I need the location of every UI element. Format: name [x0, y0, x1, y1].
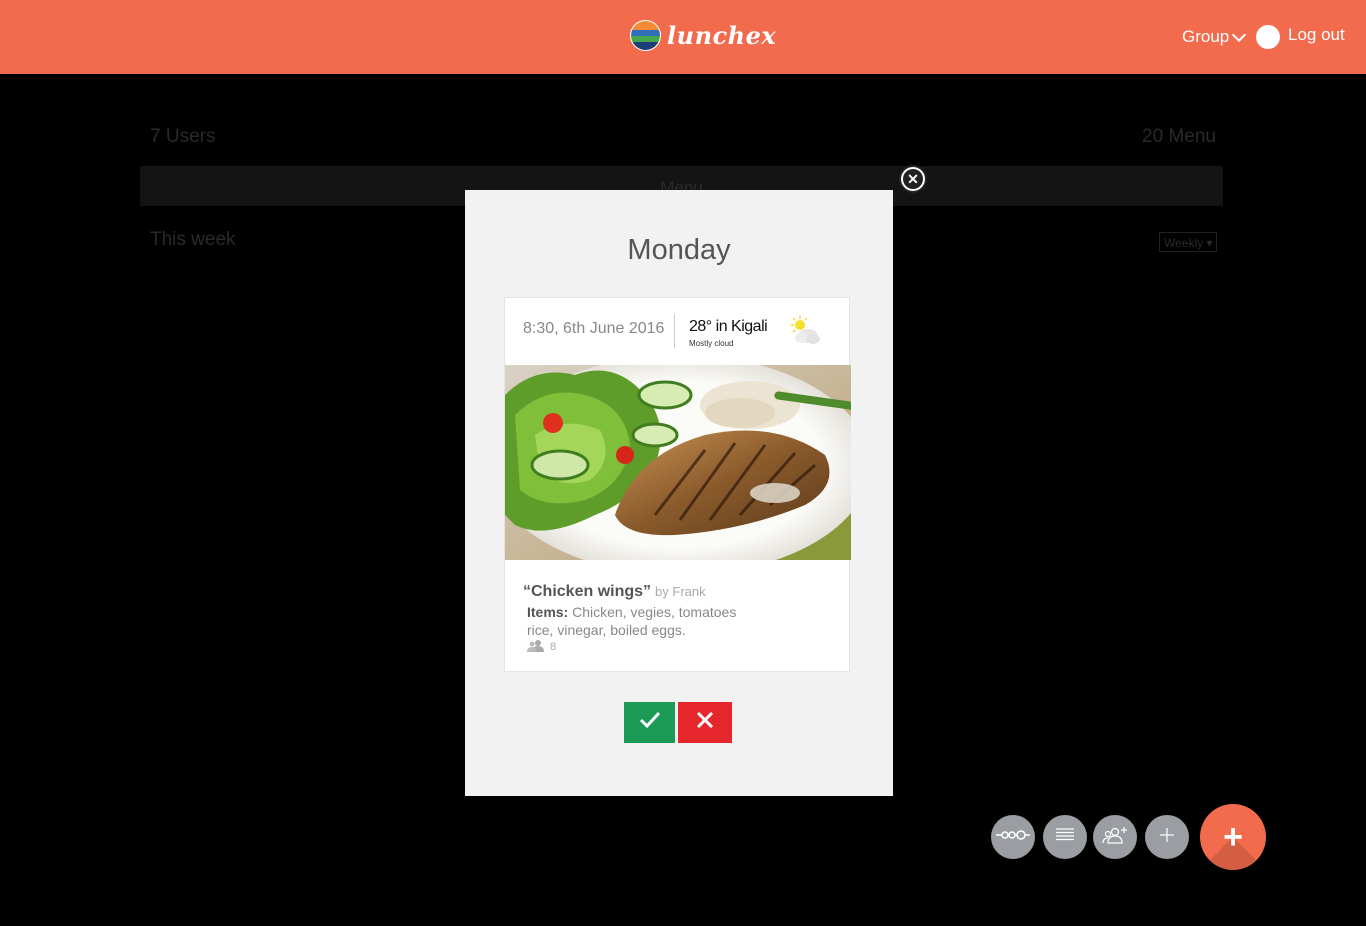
- dish-author: by Frank: [655, 584, 706, 599]
- logo-mark-icon: [630, 19, 661, 51]
- weather-temperature: 28° in Kigali: [689, 318, 768, 335]
- users-count: 7 Users: [150, 126, 216, 147]
- group-dropdown[interactable]: Group: [1182, 27, 1247, 47]
- dish-title: “Chicken wings” by Frank: [523, 583, 706, 601]
- chevron-down-icon: [1232, 27, 1247, 43]
- accept-button[interactable]: [624, 702, 675, 743]
- menu-detail-modal: Monday 8:30, 6th June 2016 28° in Kigali…: [465, 190, 893, 796]
- people-count-value: 8: [550, 641, 557, 653]
- top-header: lunchex Group Log out: [0, 0, 1366, 74]
- list-button[interactable]: [1043, 815, 1087, 859]
- partly-sunny-icon: [788, 314, 824, 348]
- menu-card: 8:30, 6th June 2016 28° in Kigali Mostly…: [504, 297, 851, 672]
- add-group-button[interactable]: [1093, 815, 1137, 859]
- period-select-value: Weekly: [1164, 236, 1204, 250]
- app-logo[interactable]: lunchex: [630, 19, 776, 51]
- plus-icon: [1160, 827, 1174, 847]
- this-week-heading: This week: [150, 229, 236, 250]
- card-divider: [674, 314, 675, 348]
- dish-items: Items: Chicken, vegies, tomatoes rice, v…: [527, 603, 757, 639]
- app-name: lunchex: [667, 20, 777, 50]
- people-icon: [527, 639, 545, 655]
- menu-count: 20 Menu: [1142, 126, 1216, 147]
- main-add-button[interactable]: +: [1200, 804, 1266, 870]
- plus-icon: +: [1223, 818, 1243, 856]
- timeline-button[interactable]: [991, 815, 1035, 859]
- close-modal-button[interactable]: ✕: [899, 165, 927, 193]
- card-datetime: 8:30, 6th June 2016: [523, 320, 665, 337]
- dish-name: “Chicken wings”: [523, 583, 652, 600]
- x-icon: [696, 711, 714, 734]
- add-group-icon: [1102, 826, 1128, 849]
- logout-link[interactable]: Log out: [1288, 25, 1345, 45]
- add-button[interactable]: [1145, 815, 1189, 859]
- people-count: 8: [527, 639, 556, 655]
- reject-button[interactable]: [678, 702, 732, 743]
- items-label: Items:: [527, 604, 569, 620]
- period-select[interactable]: Weekly ▾: [1159, 232, 1217, 252]
- avatar[interactable]: [1256, 25, 1280, 49]
- dish-photo: [505, 365, 851, 560]
- timeline-icon: [996, 828, 1030, 846]
- list-icon: [1056, 827, 1074, 847]
- weather-description: Mostly cloud: [689, 339, 734, 348]
- modal-day-title: Monday: [627, 234, 731, 266]
- check-icon: [639, 711, 661, 734]
- group-dropdown-label: Group: [1182, 27, 1230, 46]
- close-icon: ✕: [903, 169, 923, 189]
